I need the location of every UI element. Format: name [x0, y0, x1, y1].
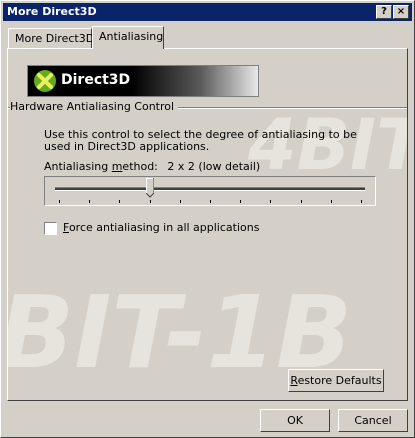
- restore-defaults-button[interactable]: Restore Defaults: [288, 369, 384, 392]
- cancel-label: Cancel: [354, 414, 392, 427]
- method-value: 2 x 2 (low detail): [167, 160, 261, 173]
- slider-tick: [119, 200, 121, 203]
- slider-tick: [300, 200, 302, 203]
- antialiasing-panel: 4BIT- BIT-1B Direct3D Hardware Antialias…: [7, 48, 408, 401]
- banner-label: Direct3D: [61, 72, 131, 88]
- slider-track: [55, 187, 365, 191]
- antialiasing-slider[interactable]: [44, 176, 376, 206]
- window-title: More Direct3D: [7, 5, 97, 18]
- help-button[interactable]: ?: [376, 5, 392, 19]
- slider-tick: [59, 200, 60, 203]
- title-bar[interactable]: More Direct3D ? ×: [3, 3, 412, 21]
- method-label-row: Antialiasing method: 2 x 2 (low detail): [44, 160, 260, 173]
- slider-tick: [210, 200, 211, 203]
- cancel-button[interactable]: Cancel: [338, 409, 408, 432]
- close-button[interactable]: ×: [393, 5, 409, 19]
- description-text: Use this control to select the degree of…: [44, 128, 357, 153]
- slider-tick: [240, 200, 242, 203]
- slider-tick: [179, 200, 181, 203]
- direct3d-banner: Direct3D: [27, 65, 259, 97]
- force-antialiasing-checkbox[interactable]: [44, 221, 57, 235]
- tab-more-direct3d[interactable]: More Direct3D: [8, 28, 95, 48]
- restore-label: estore Defaults: [297, 374, 382, 387]
- tab-antialiasing-label: Antialiasing: [99, 30, 164, 43]
- slider-thumb[interactable]: [145, 177, 155, 198]
- force-checkbox-label: orce antialiasing in all applications: [68, 221, 260, 234]
- method-label-suffix: ethod:: [122, 160, 158, 173]
- slider-tick: [149, 200, 151, 203]
- group-title: Hardware Antialiasing Control: [10, 100, 179, 113]
- ok-label: OK: [287, 414, 303, 427]
- direct3d-logo-icon: [34, 70, 56, 92]
- slider-tick: [361, 200, 362, 203]
- ok-button[interactable]: OK: [260, 409, 330, 432]
- tab-antialiasing[interactable]: Antialiasing: [92, 26, 164, 49]
- restore-accel: R: [290, 374, 298, 387]
- force-antialiasing-row[interactable]: Force antialiasing in all applications: [44, 221, 259, 235]
- close-icon: ×: [396, 6, 406, 17]
- slider-tick: [89, 200, 91, 203]
- method-label-accel: m: [111, 160, 123, 173]
- slider-tick: [270, 200, 272, 203]
- slider-tick: [330, 200, 332, 203]
- tab-more-direct3d-label: More Direct3D: [15, 32, 95, 45]
- dialog-window: More Direct3D ? × More Direct3D Antialia…: [0, 0, 415, 438]
- method-label-prefix: Antialiasing: [44, 160, 112, 173]
